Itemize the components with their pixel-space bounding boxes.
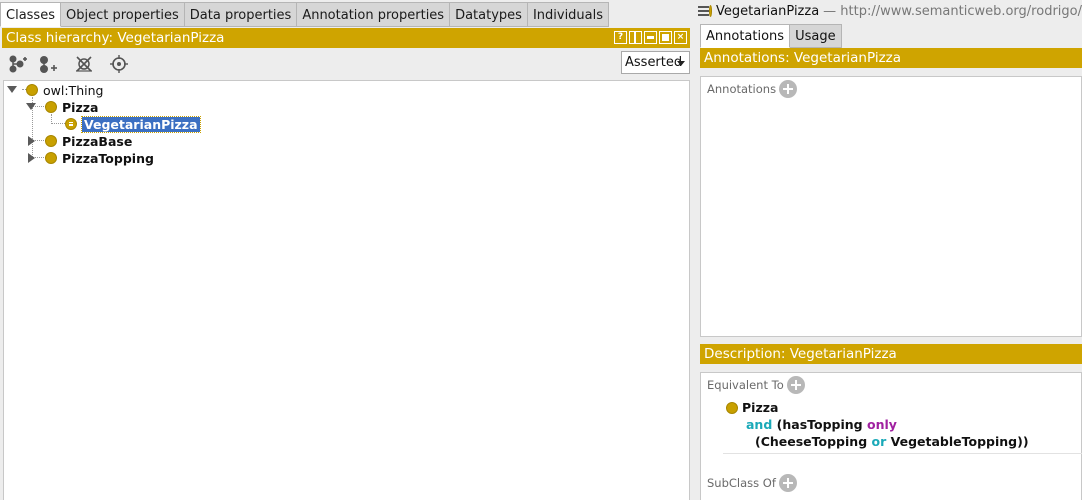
tree-node-label: PizzaTopping bbox=[62, 150, 154, 166]
add-sibling-class-icon[interactable] bbox=[38, 54, 58, 74]
divider bbox=[723, 453, 1082, 454]
expr-filler-1: (CheeseTopping bbox=[755, 434, 868, 449]
tab-individuals[interactable]: Individuals bbox=[527, 2, 610, 27]
tab-classes[interactable]: Classes bbox=[0, 2, 61, 27]
add-annotation-icon[interactable] bbox=[779, 80, 798, 98]
maximize-icon[interactable] bbox=[659, 31, 672, 44]
expr-keyword-only: only bbox=[866, 417, 897, 432]
tab-annotations[interactable]: Annotations bbox=[700, 24, 791, 48]
expr-keyword-and: and bbox=[746, 417, 773, 432]
tab-usage[interactable]: Usage bbox=[790, 24, 842, 48]
entity-iri: — http://www.semanticweb.org/rodrigo/ bbox=[823, 3, 1082, 19]
tree-node-vegetarian-pizza[interactable]: VegetarianPizza bbox=[65, 115, 201, 133]
expand-toggle[interactable] bbox=[26, 103, 36, 110]
class-icon bbox=[45, 135, 57, 147]
expr-line-2: and (hasTopping only bbox=[746, 417, 897, 432]
class-hierarchy-header: Class hierarchy: VegetarianPizza ? × bbox=[2, 28, 690, 48]
annotations-header: Annotations: VegetarianPizza bbox=[700, 48, 1082, 68]
expr-property: (hasTopping bbox=[776, 417, 863, 432]
tree-node-label: PizzaBase bbox=[62, 133, 133, 149]
class-icon bbox=[708, 5, 713, 17]
class-icon bbox=[726, 401, 738, 414]
expr-line-3: (CheeseTopping or VegetableTopping)) bbox=[755, 434, 1029, 449]
equivalent-to-section: Equivalent To bbox=[707, 376, 805, 394]
tree-node-pizza[interactable]: Pizza bbox=[45, 99, 98, 115]
expand-toggle[interactable] bbox=[7, 86, 17, 93]
expr-class: Pizza bbox=[742, 400, 779, 415]
class-hierarchy-title: Class hierarchy: VegetarianPizza bbox=[6, 30, 225, 46]
expand-toggle[interactable] bbox=[28, 136, 35, 146]
annotations-section: Annotations bbox=[707, 80, 798, 98]
class-icon bbox=[26, 84, 38, 96]
equivalent-expression[interactable]: Pizza bbox=[726, 400, 778, 415]
entity-title-bar: VegetarianPizza — http://www.semanticweb… bbox=[698, 0, 1082, 22]
class-description-pane: VegetarianPizza — http://www.semanticweb… bbox=[698, 0, 1082, 500]
description-panel: Equivalent To Pizza and (hasTopping only… bbox=[700, 372, 1082, 500]
minimize-icon[interactable] bbox=[644, 31, 657, 44]
entity-name: VegetarianPizza bbox=[716, 3, 820, 19]
tab-data-properties[interactable]: Data properties bbox=[184, 2, 298, 27]
annotations-label: Annotations bbox=[707, 82, 777, 96]
class-icon bbox=[45, 152, 57, 164]
annotations-panel: Annotations bbox=[700, 76, 1082, 337]
expr-filler-2: VegetableTopping)) bbox=[890, 434, 1029, 449]
description-header: Description: VegetarianPizza bbox=[700, 344, 1082, 364]
help-icon[interactable]: ? bbox=[614, 31, 627, 44]
tab-object-properties[interactable]: Object properties bbox=[60, 2, 185, 27]
entity-tabs: Annotations Usage bbox=[700, 24, 842, 48]
expand-toggle[interactable] bbox=[28, 153, 35, 163]
tree-node-pizza-base[interactable]: PizzaBase bbox=[45, 133, 132, 149]
tree-node-label: Pizza bbox=[62, 99, 99, 115]
close-icon[interactable]: × bbox=[674, 31, 687, 44]
tree-node-owl-thing[interactable]: owl:Thing bbox=[26, 82, 103, 98]
tree-node-pizza-topping[interactable]: PizzaTopping bbox=[45, 150, 154, 166]
chevron-down-icon bbox=[677, 61, 685, 66]
target-icon[interactable] bbox=[109, 54, 129, 74]
defined-class-icon bbox=[65, 118, 77, 130]
tab-annotation-properties[interactable]: Annotation properties bbox=[297, 2, 451, 27]
tab-datatypes[interactable]: Datatypes bbox=[450, 2, 528, 27]
expr-keyword-or: or bbox=[871, 434, 887, 449]
class-tree: owl:Thing Pizza VegetarianPizza PizzaBas… bbox=[3, 80, 690, 500]
add-equivalent-icon[interactable] bbox=[786, 376, 805, 394]
split-view-icon[interactable] bbox=[629, 31, 642, 44]
subclass-of-label: SubClass Of bbox=[707, 476, 776, 490]
equivalent-to-label: Equivalent To bbox=[707, 378, 784, 392]
view-header-buttons: ? × bbox=[614, 31, 687, 44]
main-tabs: Classes Object properties Data propertie… bbox=[0, 2, 610, 27]
add-subclass-icon[interactable] bbox=[8, 54, 28, 74]
class-icon bbox=[45, 101, 57, 113]
tree-node-label: owl:Thing bbox=[43, 82, 104, 98]
tree-connector bbox=[51, 123, 65, 124]
delete-class-icon[interactable] bbox=[74, 54, 94, 74]
tree-node-label: VegetarianPizza bbox=[81, 115, 201, 133]
class-hierarchy-toolbar: Asserted bbox=[2, 48, 690, 79]
menu-icon[interactable] bbox=[698, 6, 709, 16]
subclass-of-section: SubClass Of bbox=[707, 474, 797, 492]
add-superclass-icon[interactable] bbox=[778, 474, 797, 492]
hierarchy-mode-value: Asserted bbox=[625, 55, 683, 70]
class-hierarchy-pane: Classes Object properties Data propertie… bbox=[0, 0, 693, 500]
hierarchy-mode-select[interactable]: Asserted bbox=[621, 51, 690, 74]
